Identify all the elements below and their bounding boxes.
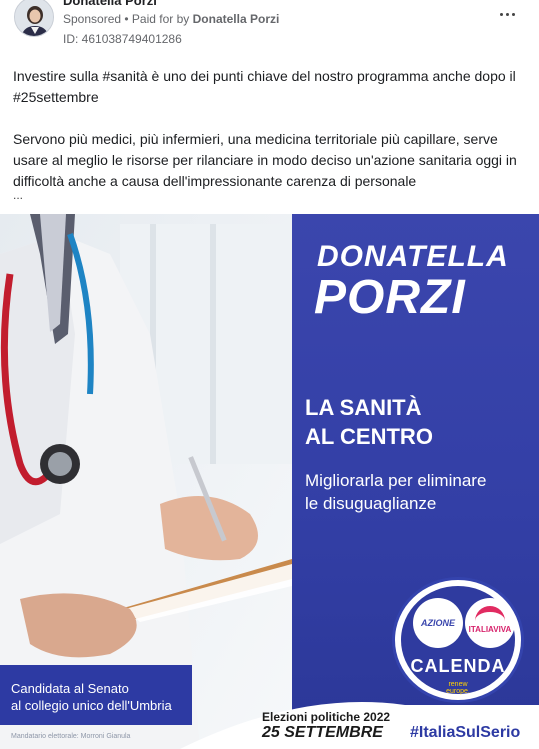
more-horizontal-icon [499,12,503,16]
calenda-label: CALENDA [410,656,506,676]
mandate-note: Mandatario elettorale: Morroni Gianula [11,733,131,740]
candidate-line: Candidata al Senato [11,681,129,696]
logo-inner: AZIONE ITALIAVIVA CALENDA renew europe. [401,586,515,695]
candidate-text: Candidata al Senato al collegio unico de… [11,680,172,714]
more-options-button[interactable] [495,4,519,24]
separator: • [121,12,132,26]
candidate-first-name: DONATELLA [317,240,509,273]
renew-line: renew [448,681,468,688]
payer-name[interactable]: Donatella Porzi [193,12,280,26]
azione-label: AZIONE [420,618,455,628]
italiaviva-label: ITALIAVIVA [468,624,512,634]
post-header: Donatella Porzi Sponsored • Paid for by … [0,0,539,52]
avatar-photo-icon [15,0,53,36]
subheadline-line: Migliorarla per eliminare [305,471,487,490]
sponsored-label: Sponsored [63,12,122,26]
candidate-line: al collegio unico dell'Umbria [11,698,172,713]
election-date: 25 SETTEMBRE [262,724,383,741]
renew-europe-label: renew europe. [401,681,515,695]
avatar[interactable] [14,0,54,37]
hashtag: #ItaliaSulSerio [410,724,521,741]
more-horizontal-icon [511,12,515,16]
headline-line: LA SANITÀ [305,395,422,420]
candidate-last-name: PORZI [314,271,466,324]
azione-logo-icon: AZIONE [413,598,463,648]
subheadline-line: le disuguaglianze [305,494,437,513]
headline-line: AL CENTRO [305,424,433,449]
italiaviva-arc [475,606,505,626]
italiaviva-logo-icon: ITALIAVIVA [465,598,515,648]
author-name[interactable]: Donatella Porzi [63,0,157,8]
paid-for-label: Paid for by [131,12,190,26]
ad-id: ID: 461038749401286 [63,32,182,46]
sponsored-post: Donatella Porzi Sponsored • Paid for by … [0,0,539,749]
party-logo: AZIONE ITALIAVIVA CALENDA renew europe. [392,577,524,703]
subheadline: Migliorarla per eliminare le disuguaglia… [305,469,486,515]
post-paragraph: Investire sulla #sanità è uno dei punti … [13,68,516,105]
renew-line: europe. [446,688,470,695]
elections-label: Elezioni politiche 2022 [262,710,391,724]
see-more-ellipsis[interactable]: ... [13,188,23,202]
more-horizontal-icon [505,12,509,16]
sponsored-line: Sponsored • Paid for by Donatella Porzi [63,12,279,26]
headline: LA SANITÀ AL CENTRO [305,393,433,451]
post-paragraph: Servono più medici, più infermieri, una … [13,131,517,189]
post-text: Investire sulla #sanità è uno dei punti … [13,66,528,213]
